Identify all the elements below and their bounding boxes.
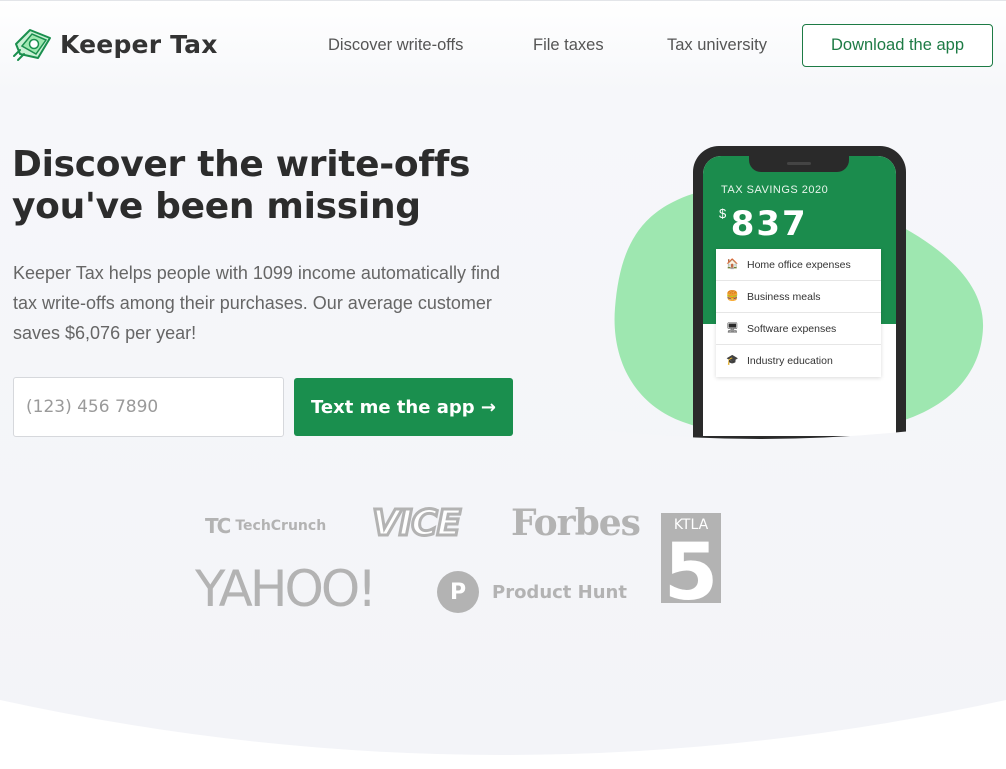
brand-name: Keeper Tax bbox=[60, 29, 218, 59]
brand-logo[interactable]: Keeper Tax bbox=[12, 24, 218, 64]
hero-subtitle: Keeper Tax helps people with 1099 income… bbox=[13, 263, 500, 343]
expense-label: Business meals bbox=[747, 290, 821, 303]
savings-value: 837 bbox=[730, 204, 808, 244]
techcrunch-mark: TC bbox=[205, 514, 231, 538]
tax-savings-label: TAX SAVINGS 2020 bbox=[721, 184, 829, 196]
hero-title: Discover the write-offs you've been miss… bbox=[12, 144, 532, 228]
vice-logo: VICE bbox=[370, 502, 462, 546]
download-app-button[interactable]: Download the app bbox=[802, 24, 993, 67]
expense-categories-card: 🏠 Home office expenses 🍔 Business meals … bbox=[716, 249, 881, 377]
section-divider-curve bbox=[0, 700, 1006, 769]
yahoo-logo: YAHOO! bbox=[195, 560, 377, 618]
expense-label: Software expenses bbox=[747, 322, 837, 335]
site-header: Keeper Tax Discover write-offs File taxe… bbox=[0, 0, 1006, 90]
phone-screen: TAX SAVINGS 2020 $ 837 🏠 Home office exp… bbox=[703, 156, 896, 436]
expense-row: 🖥 Software expenses bbox=[716, 313, 881, 345]
burger-icon: 🍔 bbox=[726, 290, 739, 302]
product-hunt-icon: P bbox=[437, 571, 479, 613]
ktla-5-logo: KTLA 5 bbox=[661, 513, 721, 603]
expense-label: Home office expenses bbox=[747, 258, 851, 271]
expense-row: 🏠 Home office expenses bbox=[716, 249, 881, 281]
phone-notch bbox=[749, 156, 849, 172]
techcrunch-logo: TC TechCrunch bbox=[205, 514, 326, 538]
product-hunt-logo: P Product Hunt bbox=[437, 571, 627, 613]
expense-label: Industry education bbox=[747, 355, 833, 367]
text-me-app-button[interactable]: Text me the app → bbox=[294, 378, 513, 436]
money-logo-icon bbox=[13, 29, 51, 61]
illustration-bottom-curve bbox=[600, 430, 920, 460]
house-icon: 🏠 bbox=[726, 258, 739, 270]
hero-title-line-1: Discover the write-offs bbox=[12, 144, 471, 185]
computer-icon: 🖥 bbox=[726, 322, 739, 334]
expense-row: 🍔 Business meals bbox=[716, 281, 881, 313]
phone-number-input[interactable] bbox=[13, 377, 284, 437]
currency-symbol: $ bbox=[719, 206, 727, 221]
product-hunt-wordmark: Product Hunt bbox=[492, 581, 627, 603]
expense-row: 🎓 Industry education bbox=[716, 345, 881, 377]
nav-tax-university[interactable]: Tax university bbox=[667, 36, 767, 55]
ktla-number: 5 bbox=[664, 528, 718, 603]
hero-title-line-2: you've been missing bbox=[12, 186, 421, 227]
nav-file-taxes[interactable]: File taxes bbox=[533, 36, 604, 55]
graduation-cap-icon: 🎓 bbox=[726, 355, 739, 366]
forbes-logo: Forbes bbox=[511, 502, 641, 544]
techcrunch-wordmark: TechCrunch bbox=[235, 518, 327, 534]
tax-savings-amount: $ 837 bbox=[719, 204, 808, 244]
phone-mockup: TAX SAVINGS 2020 $ 837 🏠 Home office exp… bbox=[693, 146, 906, 446]
nav-discover-write-offs[interactable]: Discover write-offs bbox=[328, 36, 463, 55]
